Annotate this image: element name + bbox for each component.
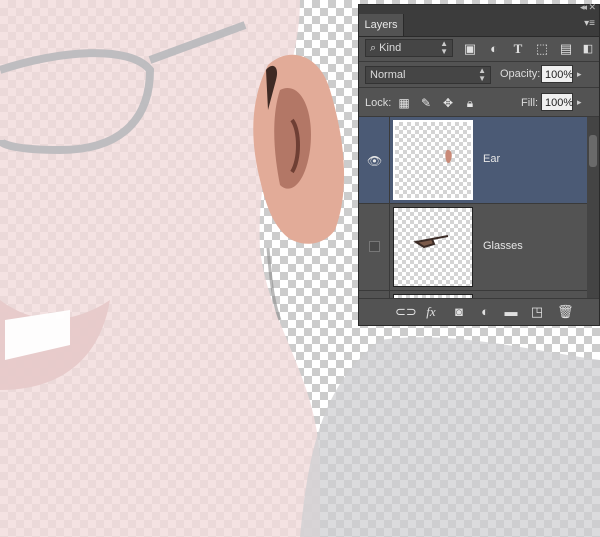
lock-position-icon[interactable]: ✥ xyxy=(441,96,455,110)
glasses-thumbnail-art xyxy=(413,235,449,249)
collapse-icon[interactable]: ◂◂ xyxy=(580,2,587,13)
panel-titlebar[interactable]: ◂◂ ✕ xyxy=(359,2,599,14)
panel-footer: ⊂⊃ fx ◙ ◐ ▬ ◳ 🗑︎ xyxy=(359,298,599,325)
panel-menu-icon[interactable]: ▾≡ xyxy=(584,18,595,29)
visibility-cell[interactable] xyxy=(359,204,390,290)
chevron-updown-icon: ▲ ▼ xyxy=(478,66,486,83)
type-filter-icon[interactable]: T xyxy=(511,42,525,56)
divider xyxy=(359,87,599,88)
eye-icon[interactable]: 👁︎ xyxy=(367,154,382,168)
smart-object-filter-icon[interactable]: ▤ xyxy=(559,42,573,56)
opacity-label: Opacity: xyxy=(500,68,541,80)
image-filter-icon[interactable]: ▣ xyxy=(463,42,477,56)
filter-kind-dropdown[interactable]: ⌕ Kind ▲ ▼ xyxy=(365,39,453,57)
faded-shoulder-layer xyxy=(300,337,600,537)
layer-name[interactable]: Glasses xyxy=(483,240,523,252)
layer-row-ear[interactable]: 👁︎ Ear xyxy=(359,117,587,204)
lock-all-icon[interactable]: 🔒︎ xyxy=(463,96,477,110)
lock-image-icon[interactable]: ✎ xyxy=(419,96,433,110)
visibility-cell[interactable]: 👁︎ xyxy=(359,117,390,203)
opacity-input[interactable]: 100% xyxy=(541,65,573,83)
layer-row-glasses[interactable]: Glasses xyxy=(359,204,587,291)
lock-transparent-icon[interactable]: ▦ xyxy=(397,96,411,110)
layers-list: 👁︎ Ear Glasses xyxy=(359,117,587,298)
fill-label: Fill: xyxy=(521,97,539,109)
filter-toggle-icon[interactable]: ◧ xyxy=(581,42,595,56)
ear-layer xyxy=(253,54,345,321)
shape-filter-icon[interactable]: ⬚ xyxy=(535,42,549,56)
layer-thumbnail[interactable] xyxy=(393,120,473,200)
chevron-updown-icon: ▲ ▼ xyxy=(440,39,448,56)
panel-tabbar: Layers ▾≡ xyxy=(359,14,599,37)
layers-scrollbar[interactable] xyxy=(587,117,599,298)
delete-layer-icon[interactable]: 🗑︎ xyxy=(557,304,574,320)
link-layers-icon[interactable]: ⊂⊃ xyxy=(395,304,417,320)
fill-input[interactable]: 100% xyxy=(541,93,573,111)
adjustment-filter-icon[interactable]: ◐ xyxy=(487,42,501,56)
tab-layers[interactable]: Layers xyxy=(359,14,404,36)
scroll-thumb[interactable] xyxy=(589,135,597,167)
layer-thumbnail[interactable] xyxy=(393,207,473,287)
new-layer-icon[interactable]: ◳ xyxy=(529,304,545,320)
filter-kind-label: Kind xyxy=(379,42,402,54)
close-icon[interactable]: ✕ xyxy=(588,2,596,13)
ear-thumbnail-art xyxy=(445,149,452,163)
search-icon: ⌕ xyxy=(370,42,377,54)
layers-panel: ◂◂ ✕ Layers ▾≡ ⌕ Kind ▲ ▼ ▣ ◐ T ⬚ ▤ ◧ Norm… xyxy=(358,2,600,326)
add-mask-icon[interactable]: ◙ xyxy=(451,304,467,320)
lock-label: Lock: xyxy=(365,97,392,109)
fx-icon[interactable]: fx xyxy=(423,304,439,320)
opacity-slider-toggle-icon[interactable]: ▸ xyxy=(577,69,582,80)
visibility-toggle[interactable] xyxy=(369,241,380,252)
layer-name[interactable]: Ear xyxy=(483,153,500,165)
blend-mode-dropdown[interactable]: Normal ▲ ▼ xyxy=(365,66,491,84)
fill-slider-toggle-icon[interactable]: ▸ xyxy=(577,97,582,108)
new-adjustment-icon[interactable]: ◐ xyxy=(477,304,493,320)
visibility-cell[interactable] xyxy=(359,291,390,298)
new-group-icon[interactable]: ▬ xyxy=(503,304,519,320)
blend-mode-value: Normal xyxy=(370,69,406,81)
divider xyxy=(359,61,599,62)
layer-row-next[interactable] xyxy=(359,291,587,298)
